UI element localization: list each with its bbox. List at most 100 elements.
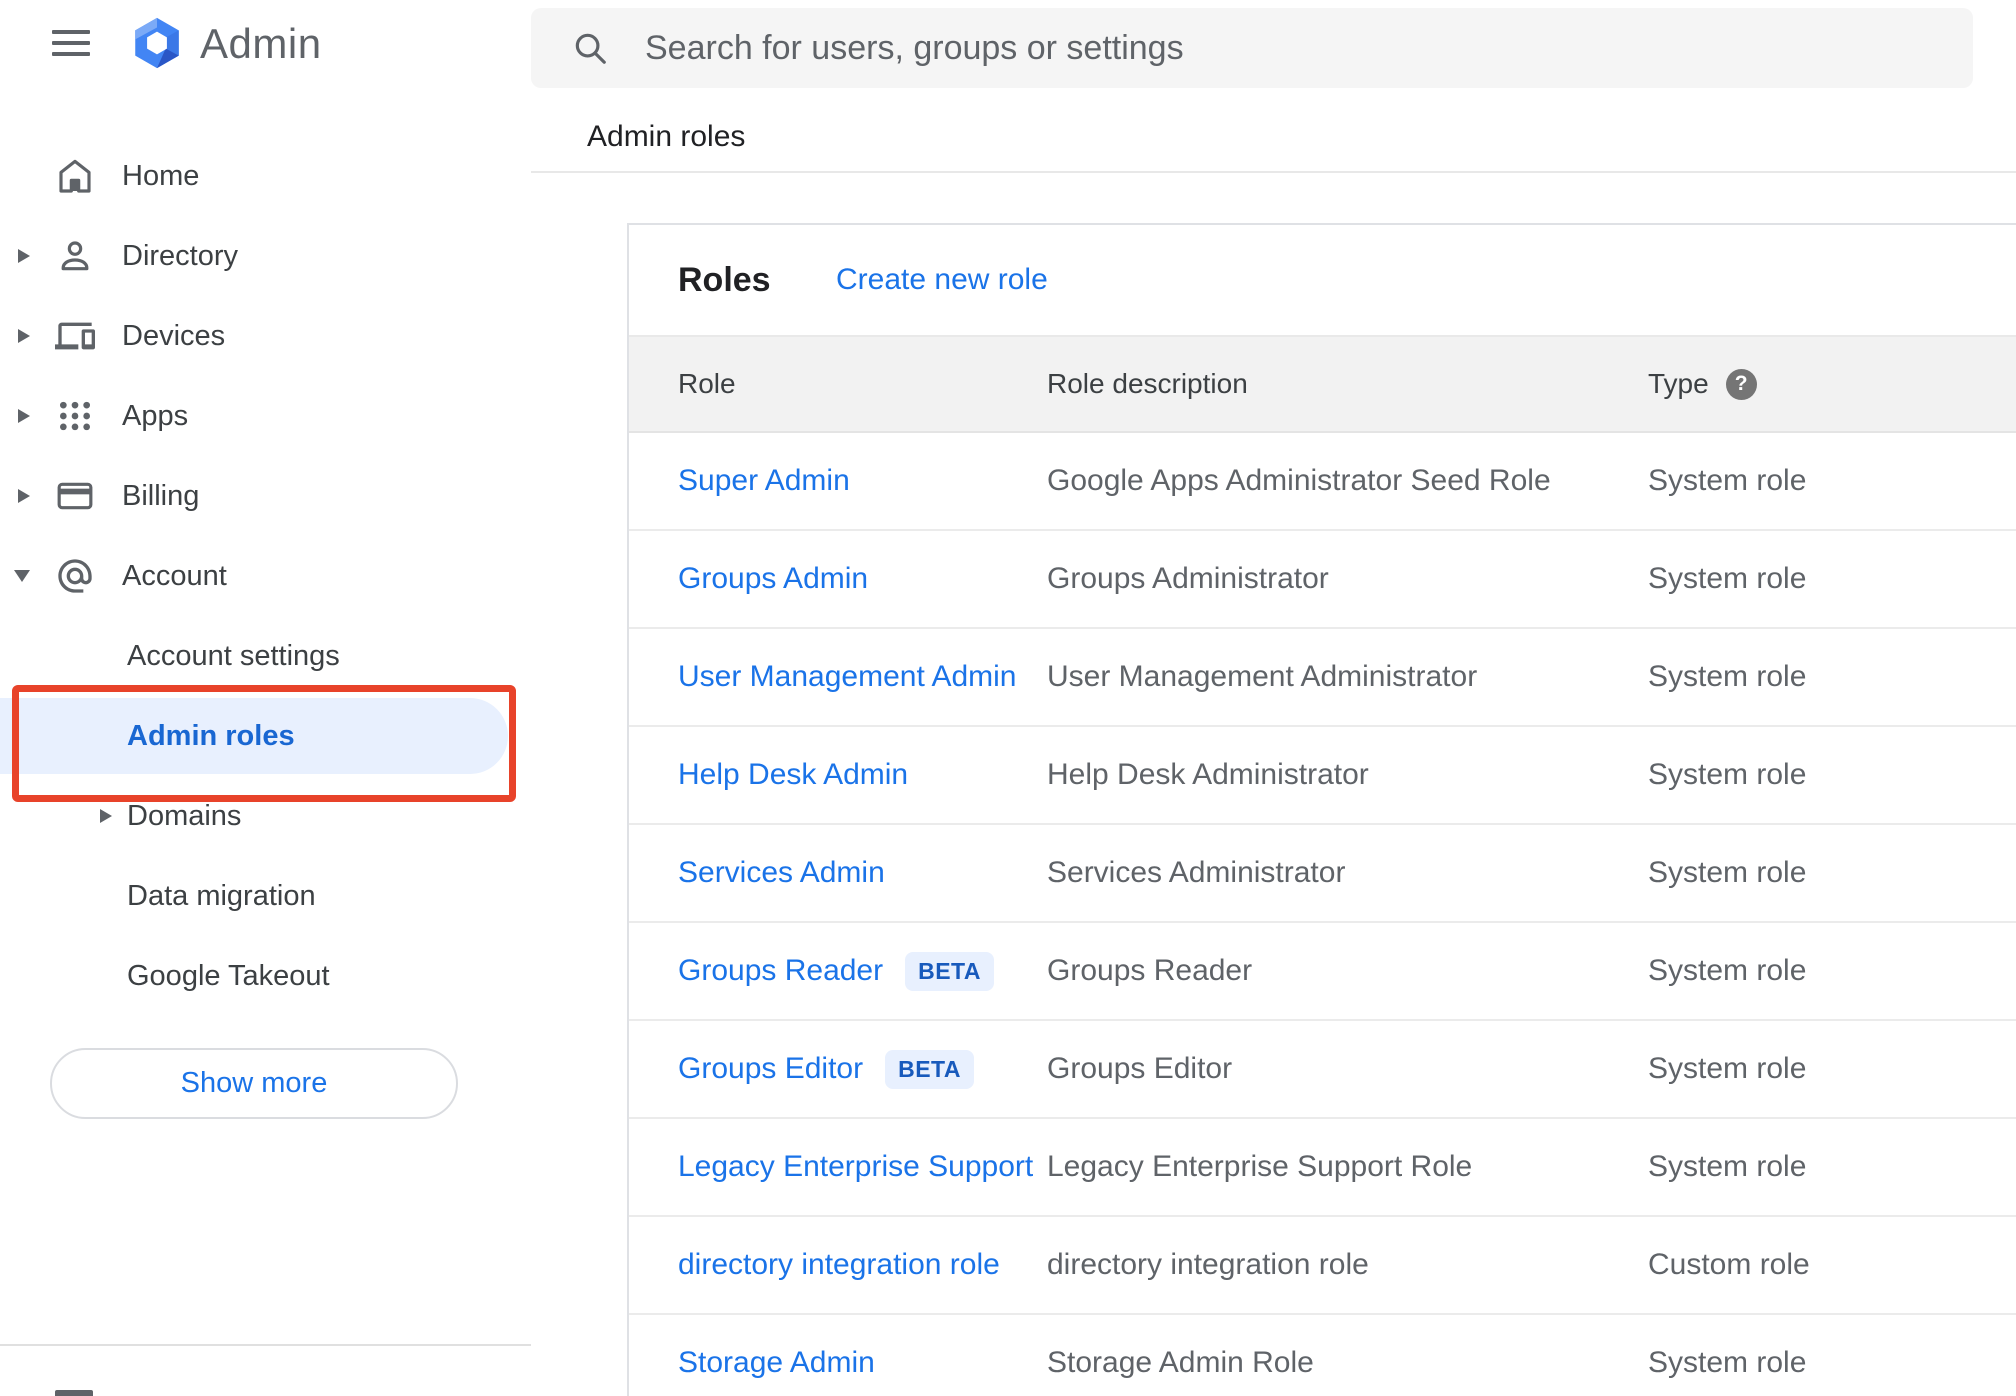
role-cell: Services Admin xyxy=(629,856,1047,890)
brand-bar: Admin xyxy=(0,0,531,90)
role-link[interactable]: User Management Admin xyxy=(678,660,1017,694)
table-row: Legacy Enterprise Support Legacy Enterpri… xyxy=(629,1119,2016,1217)
billing-card-icon xyxy=(55,476,95,516)
sidebar-item-devices[interactable]: Devices xyxy=(0,296,531,376)
chevron-right-icon[interactable] xyxy=(18,216,30,296)
role-link[interactable]: Groups Reader xyxy=(678,954,883,988)
role-link[interactable]: Groups Admin xyxy=(678,562,868,596)
table-row: Groups Admin Groups Administrator System r… xyxy=(629,531,2016,629)
role-link[interactable]: Legacy Enterprise Support xyxy=(678,1150,1033,1184)
sidebar-item-account[interactable]: Account xyxy=(0,536,531,616)
chevron-right-icon[interactable] xyxy=(18,376,30,456)
role-type: System role xyxy=(1648,660,1807,693)
sidebar-item-domains[interactable]: Domains xyxy=(0,776,531,856)
role-cell: Legacy Enterprise Support xyxy=(629,1150,1047,1184)
role-link[interactable]: directory integration role xyxy=(678,1248,1000,1282)
chevron-right-icon[interactable] xyxy=(18,296,30,376)
table-row: Groups Editor BETA Groups Editor System rol… xyxy=(629,1021,2016,1119)
sidebar-nav: Home Directory Devices Apps Billing Account Ac… xyxy=(0,136,531,1016)
role-link[interactable]: Super Admin xyxy=(678,464,850,498)
table-row: Storage Admin Storage Admin Role System ro… xyxy=(629,1315,2016,1396)
role-description: Groups Administrator xyxy=(1047,562,1329,595)
role-cell: Groups Editor BETA xyxy=(629,1049,1047,1089)
sidebar-item-apps[interactable]: Apps xyxy=(0,376,531,456)
role-description: Google Apps Administrator Seed Role xyxy=(1047,464,1551,497)
at-sign-icon xyxy=(55,556,95,596)
role-link[interactable]: Storage Admin xyxy=(678,1346,875,1380)
table-body: Super Admin Google Apps Administrator See… xyxy=(629,433,2016,1396)
role-cell: Help Desk Admin xyxy=(629,758,1047,792)
global-search-bar[interactable] xyxy=(531,8,1973,88)
sidebar-item-label: Admin roles xyxy=(127,719,295,752)
chevron-right-icon[interactable] xyxy=(18,456,30,536)
sidebar-item-account-settings[interactable]: Account settings xyxy=(0,616,531,696)
search-input[interactable] xyxy=(643,17,1973,79)
sidebar-item-label: Google Takeout xyxy=(127,959,330,992)
sidebar-item-home[interactable]: Home xyxy=(0,136,531,216)
sidebar-item-label: Devices xyxy=(122,319,226,352)
chevron-right-icon[interactable] xyxy=(100,776,112,856)
card-title: Roles xyxy=(678,260,771,299)
role-link[interactable]: Help Desk Admin xyxy=(678,758,908,792)
clipped-bottom-icon xyxy=(55,1390,93,1396)
sidebar-item-google-takeout[interactable]: Google Takeout xyxy=(0,936,531,1016)
sidebar-item-billing[interactable]: Billing xyxy=(0,456,531,536)
table-row: Help Desk Admin Help Desk Administrator Sy… xyxy=(629,727,2016,825)
role-description: Legacy Enterprise Support Role xyxy=(1047,1150,1473,1183)
table-row: directory integration role directory inte… xyxy=(629,1217,2016,1315)
product-title: Admin xyxy=(200,20,322,67)
role-description: Storage Admin Role xyxy=(1047,1346,1314,1379)
search-icon xyxy=(575,33,606,64)
role-cell: Super Admin xyxy=(629,464,1047,498)
role-type: System role xyxy=(1648,562,1807,595)
role-link[interactable]: Services Admin xyxy=(678,856,885,890)
column-role: Role xyxy=(678,368,736,399)
sidebar-item-label: Billing xyxy=(122,479,200,512)
role-cell: directory integration role xyxy=(629,1248,1047,1282)
sidebar-item-label: Home xyxy=(122,159,200,192)
devices-icon xyxy=(55,316,95,356)
show-more-button[interactable]: Show more xyxy=(50,1048,458,1119)
chevron-down-icon[interactable] xyxy=(14,536,30,616)
beta-badge: BETA xyxy=(905,951,995,991)
role-description: Services Administrator xyxy=(1047,856,1346,889)
sidebar-item-directory[interactable]: Directory xyxy=(0,216,531,296)
role-description: Help Desk Administrator xyxy=(1047,758,1369,791)
table-row: Services Admin Services Administrator Syst… xyxy=(629,825,2016,923)
role-type: System role xyxy=(1648,954,1807,987)
role-link[interactable]: Groups Editor xyxy=(678,1052,863,1086)
help-icon[interactable]: ? xyxy=(1725,368,1757,400)
role-cell: User Management Admin xyxy=(629,660,1047,694)
column-type-label: Type xyxy=(1648,368,1709,399)
column-type: Type ? xyxy=(1648,368,2016,400)
breadcrumb: Admin roles xyxy=(587,120,746,153)
table-row: Groups Reader BETA Groups Reader System rol… xyxy=(629,923,2016,1021)
sidebar-divider xyxy=(0,1344,531,1346)
table-row: Super Admin Google Apps Administrator See… xyxy=(629,433,2016,531)
admin-console-page: Admin Home Directory Devices Apps Billing Acc… xyxy=(0,0,2016,1396)
sidebar-item-label: Domains xyxy=(127,799,242,832)
beta-badge: BETA xyxy=(885,1049,974,1089)
sidebar-item-label: Directory xyxy=(122,239,239,272)
create-new-role-link[interactable]: Create new role xyxy=(836,225,1048,335)
role-cell: Storage Admin xyxy=(629,1346,1047,1380)
header-divider xyxy=(531,171,2016,173)
role-cell: Groups Admin xyxy=(629,562,1047,596)
home-icon xyxy=(55,156,95,196)
roles-card: Roles Create new role Role Role descript… xyxy=(627,223,2016,1396)
role-cell: Groups Reader BETA xyxy=(629,951,1047,991)
sidebar-item-data-migration[interactable]: Data migration xyxy=(0,856,531,936)
role-description: Groups Reader xyxy=(1047,954,1253,987)
sidebar-item-admin-roles[interactable]: Admin roles xyxy=(0,696,531,776)
column-role-description: Role description xyxy=(1047,368,1248,399)
sidebar-item-label: Account xyxy=(122,559,227,592)
table-row: User Management Admin User Management Adm… xyxy=(629,629,2016,727)
sidebar-item-label: Account settings xyxy=(127,639,340,672)
admin-logo-icon xyxy=(128,14,186,72)
role-type: System role xyxy=(1648,464,1807,497)
table-column-header: Role Role description Type ? xyxy=(629,335,2016,433)
role-type: System role xyxy=(1648,1150,1807,1183)
role-description: directory integration role xyxy=(1047,1248,1369,1281)
hamburger-menu-icon[interactable] xyxy=(52,30,90,56)
role-description: Groups Editor xyxy=(1047,1052,1233,1085)
